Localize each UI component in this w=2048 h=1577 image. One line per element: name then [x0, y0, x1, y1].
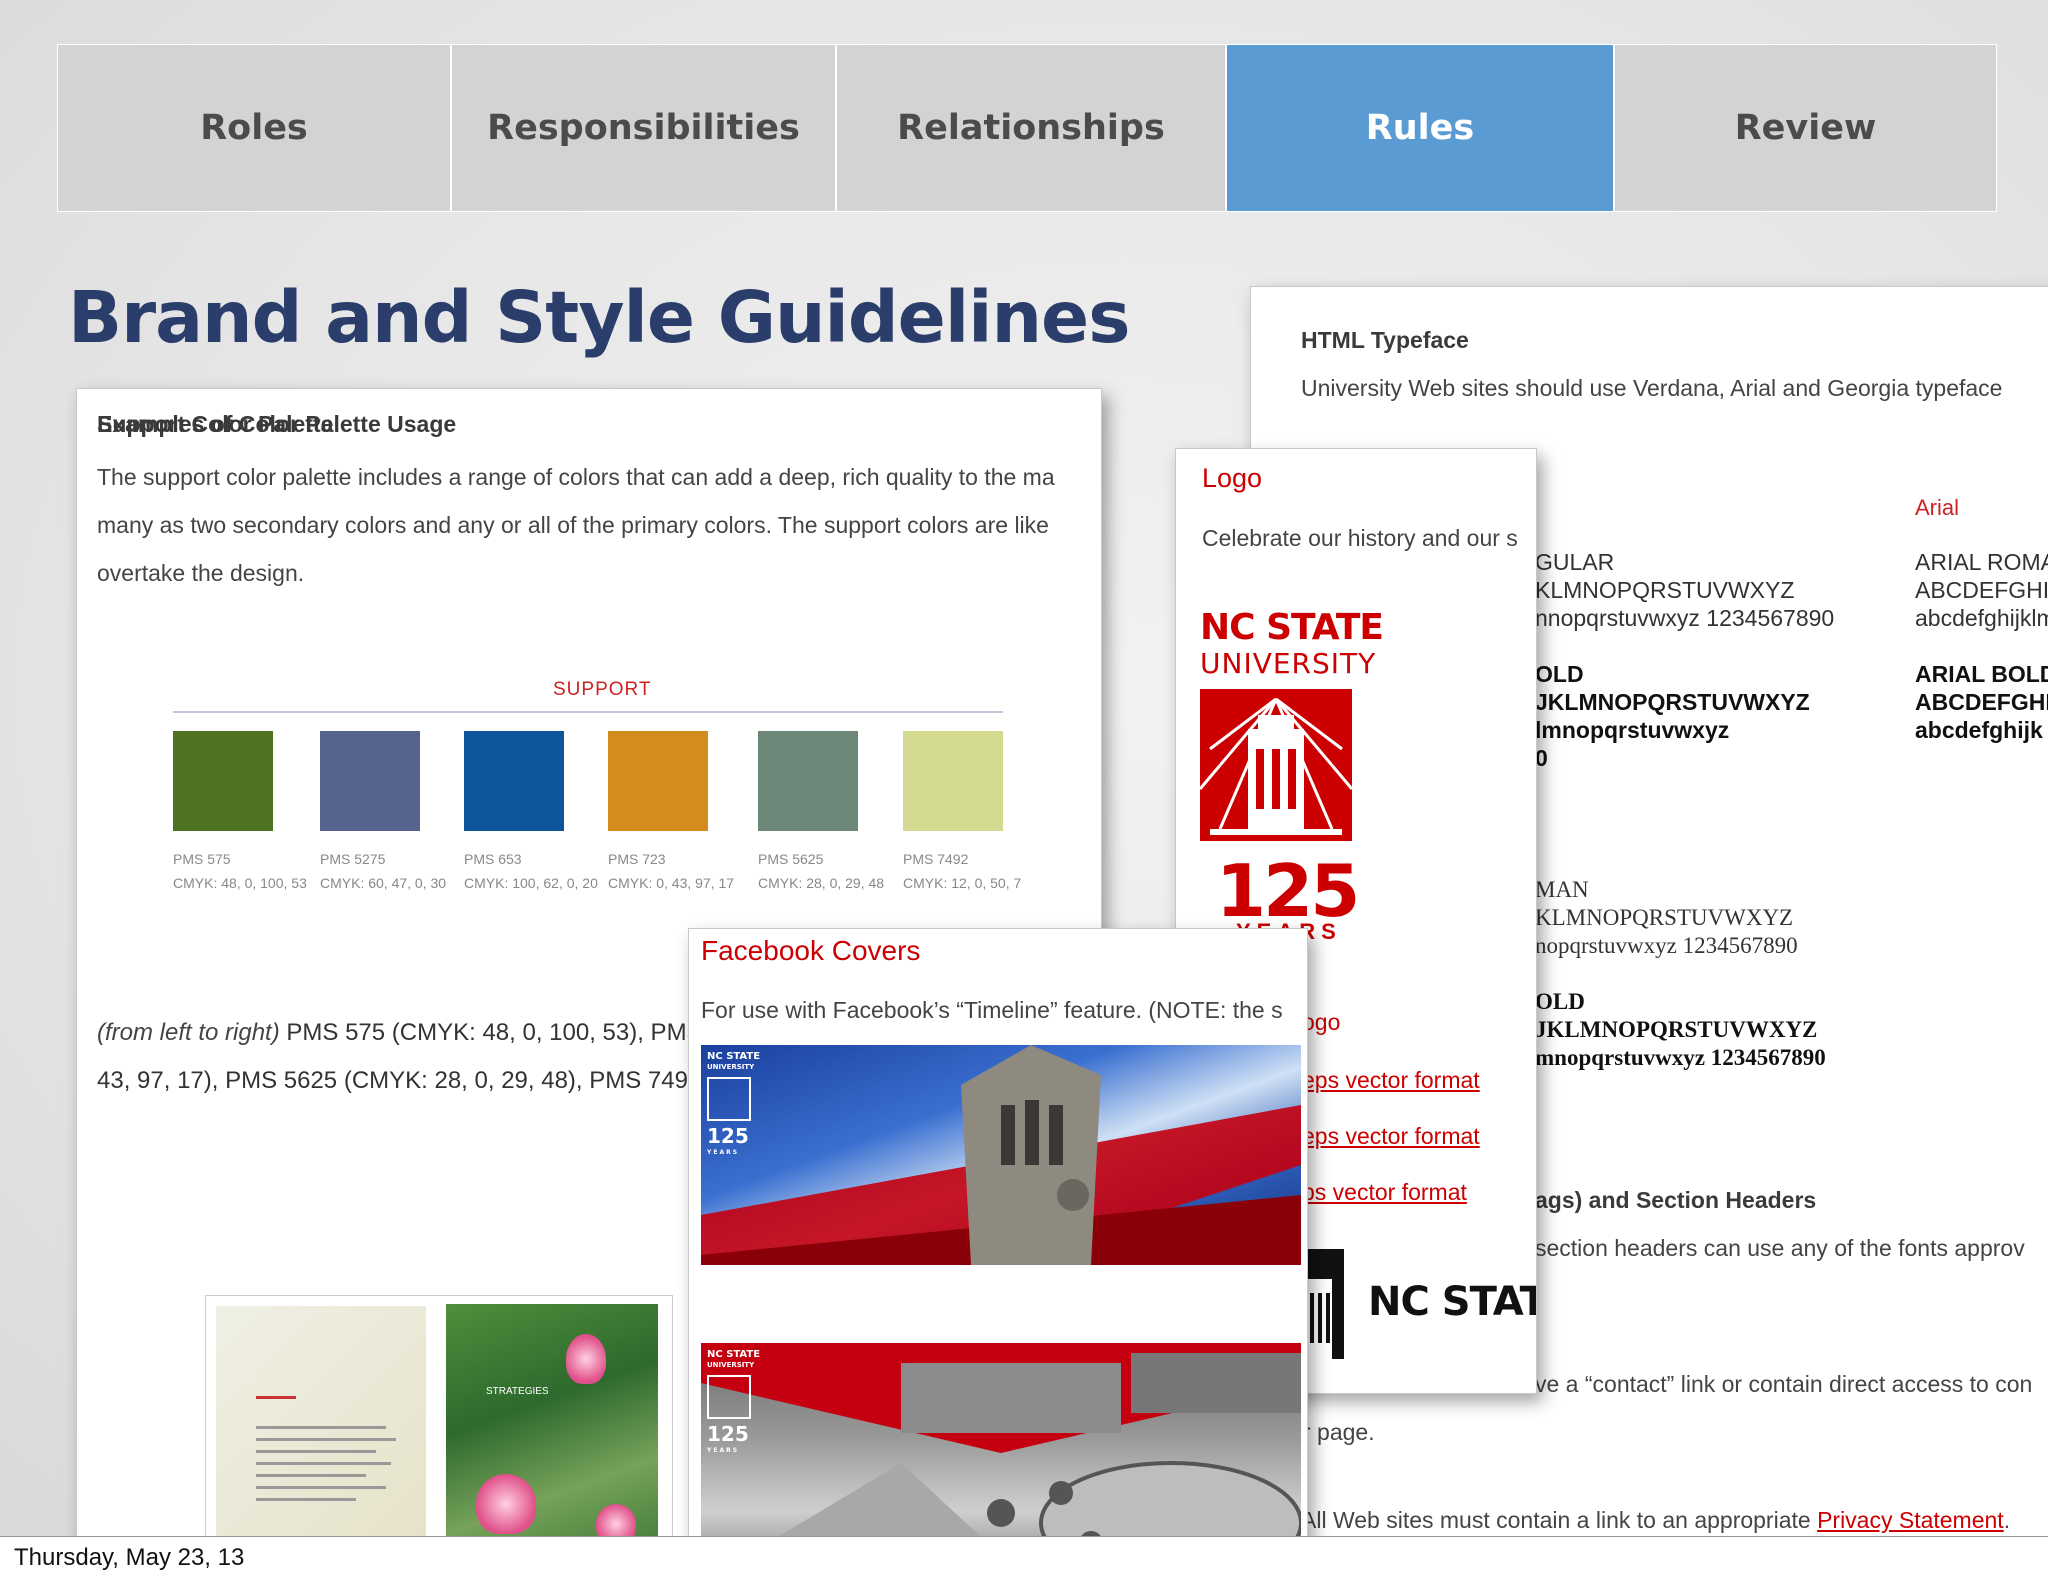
- facebook-covers-title: Facebook Covers: [701, 935, 921, 966]
- tab-bar: Roles Responsibilities Relationships Rul…: [57, 44, 1997, 212]
- palette-paragraph: The support color palette includes a ran…: [97, 453, 1101, 597]
- lotus-flower: [596, 1504, 636, 1536]
- footer-date: Thursday, May 23, 13: [14, 1544, 245, 1571]
- facebook-covers-intro: For use with Facebook’s “Timeline” featu…: [701, 997, 1283, 1023]
- georgia-bold-upper: JKLMNOPQRSTUVWXYZ: [1535, 1017, 1818, 1042]
- tab-review[interactable]: Review: [1615, 45, 1996, 211]
- brochure-page: [216, 1306, 426, 1536]
- logo-title: Logo: [1202, 463, 1263, 493]
- contact-text: ve a “contact” link or contain direct ac…: [1535, 1371, 2033, 1397]
- arial-regular-lower: abcdefghijklm: [1915, 605, 2048, 631]
- plaza-illustration: [701, 1343, 1301, 1536]
- georgia-regular-upper: KLMNOPQRSTUVWXYZ: [1535, 905, 1794, 930]
- arial-regular-title: ARIAL ROMA: [1915, 549, 2048, 575]
- verdana-regular-upper: KLMNOPQRSTUVWXYZ: [1535, 577, 1795, 603]
- ncstate-black-wordmark: NC STATE: [1368, 1279, 1536, 1325]
- arial-regular-upper: ABCDEFGHI: [1915, 577, 2048, 603]
- swatch-label: PMS 575 CMYK: 48, 0, 100, 53: [173, 851, 307, 891]
- fb-ncstate-logo: NC STATE UNIVERSITY 125 YEARS: [707, 1051, 761, 1156]
- georgia-regular-title: MAN: [1535, 877, 1589, 902]
- examples-heading: Examples of Color Palette Usage: [97, 411, 457, 437]
- lotus-photo: STRATEGIES: [446, 1304, 658, 1536]
- arial-bold-title: ARIAL BOLD: [1915, 661, 2048, 687]
- swatch-label: PMS 5275 CMYK: 60, 47, 0, 30: [320, 851, 447, 891]
- swatch-label: PMS 653 CMYK: 100, 62, 0, 20: [464, 851, 598, 891]
- privacy-statement-link[interactable]: Privacy Statement: [1817, 1507, 2004, 1533]
- swatch-pms-7492: [903, 731, 1003, 831]
- desc-line-2: 43, 97, 17), PMS 5625 (CMYK: 28, 0, 29, …: [97, 1067, 688, 1094]
- belltower-logo-icon: [1200, 689, 1352, 841]
- facebook-covers-card: Facebook Covers For use with Facebook’s …: [688, 928, 1308, 1536]
- desc-line-1: PMS 575 (CMYK: 48, 0, 100, 53), PMS: [279, 1019, 703, 1046]
- lotus-flower: [566, 1334, 606, 1384]
- desc-italic: (from left to right): [97, 1019, 280, 1046]
- georgia-bold-lower: mnopqrstuvwxyz 1234567890: [1535, 1045, 1826, 1070]
- tab-relationships[interactable]: Relationships: [837, 45, 1227, 211]
- ncstate-wordmark: NC STATE: [1200, 607, 1384, 648]
- facebook-cover-belltower: NC STATE UNIVERSITY 125 YEARS: [701, 1045, 1301, 1265]
- georgia-bold-title: OLD: [1535, 989, 1585, 1014]
- support-label: SUPPORT: [553, 679, 652, 700]
- tab-roles[interactable]: Roles: [58, 45, 452, 211]
- palette-line-2: many as two secondary colors and any or …: [97, 512, 1049, 538]
- belltower-illustration: [701, 1045, 1301, 1265]
- swatch-label: PMS 723 CMYK: 0, 43, 97, 17: [608, 851, 735, 891]
- privacy-prefix: All Web sites must contain a link to an …: [1301, 1507, 1818, 1533]
- palette-description: (from left to right) PMS 575 (CMYK: 48, …: [97, 1009, 703, 1105]
- page-text: r page.: [1303, 1419, 1375, 1445]
- arial-label: Arial: [1915, 495, 1960, 520]
- eps-download-link[interactable]: eps vector format: [1302, 1067, 1480, 1094]
- facebook-cover-plaza: NC STATE UNIVERSITY 125 YEARS: [701, 1343, 1301, 1536]
- verdana-bold-lower: lmnopqrstuvwxyz: [1535, 717, 1730, 743]
- eps-download-link[interactable]: eps vector format: [1302, 1123, 1480, 1150]
- swatch-pms-5275: [320, 731, 420, 831]
- slide: Roles Responsibilities Relationships Rul…: [0, 0, 2048, 1536]
- swatch-pms-723: [608, 731, 708, 831]
- logo-intro: Celebrate our history and our s: [1202, 525, 1518, 551]
- verdana-bold-title: OLD: [1535, 661, 1584, 687]
- eps-download-link[interactable]: ps vector format: [1302, 1179, 1467, 1206]
- swatch-pms-5625: [758, 731, 858, 831]
- fb-ncstate-logo: NC STATE UNIVERSITY 125 YEARS: [707, 1349, 761, 1454]
- palette-usage-example-image: STRATEGIES: [205, 1295, 673, 1536]
- palette-line-1: The support color palette includes a ran…: [97, 464, 1055, 490]
- typeface-heading: HTML Typeface: [1301, 327, 1469, 353]
- swatch-pms-653: [464, 731, 564, 831]
- swatch-label: PMS 5625 CMYK: 28, 0, 29, 48: [758, 851, 885, 891]
- section-headers-text: section headers can use any of the fonts…: [1535, 1235, 2025, 1261]
- privacy-text: All Web sites must contain a link to an …: [1301, 1507, 2010, 1534]
- section-headers-heading: ags) and Section Headers: [1535, 1187, 1817, 1213]
- page-title: Brand and Style Guidelines: [68, 276, 1130, 359]
- verdana-bold-upper: JKLMNOPQRSTUVWXYZ: [1535, 689, 1810, 715]
- tab-responsibilities[interactable]: Responsibilities: [452, 45, 837, 211]
- divider: [173, 711, 1003, 713]
- typeface-intro: University Web sites should use Verdana,…: [1301, 375, 2003, 401]
- lotus-flower: [476, 1474, 536, 1534]
- georgia-regular-lower: nopqrstuvwxyz 1234567890: [1535, 933, 1798, 958]
- ncstate-university-text: UNIVERSITY: [1200, 647, 1377, 680]
- verdana-regular-title: GULAR: [1535, 549, 1615, 575]
- example-headline: STRATEGIES: [486, 1386, 549, 1397]
- swatch-pms-575: [173, 731, 273, 831]
- arial-bold-lower: abcdefghijk: [1915, 717, 2043, 743]
- tab-rules[interactable]: Rules: [1227, 45, 1615, 211]
- verdana-regular-lower: nnopqrstuvwxyz 1234567890: [1535, 605, 1835, 631]
- swatch-label: PMS 7492 CMYK: 12, 0, 50, 7: [903, 851, 1022, 891]
- arial-bold-upper: ABCDEFGHI: [1915, 689, 2048, 715]
- footer: Thursday, May 23, 13: [0, 1536, 2048, 1577]
- palette-line-3: overtake the design.: [97, 560, 305, 586]
- privacy-suffix: .: [2003, 1507, 2011, 1533]
